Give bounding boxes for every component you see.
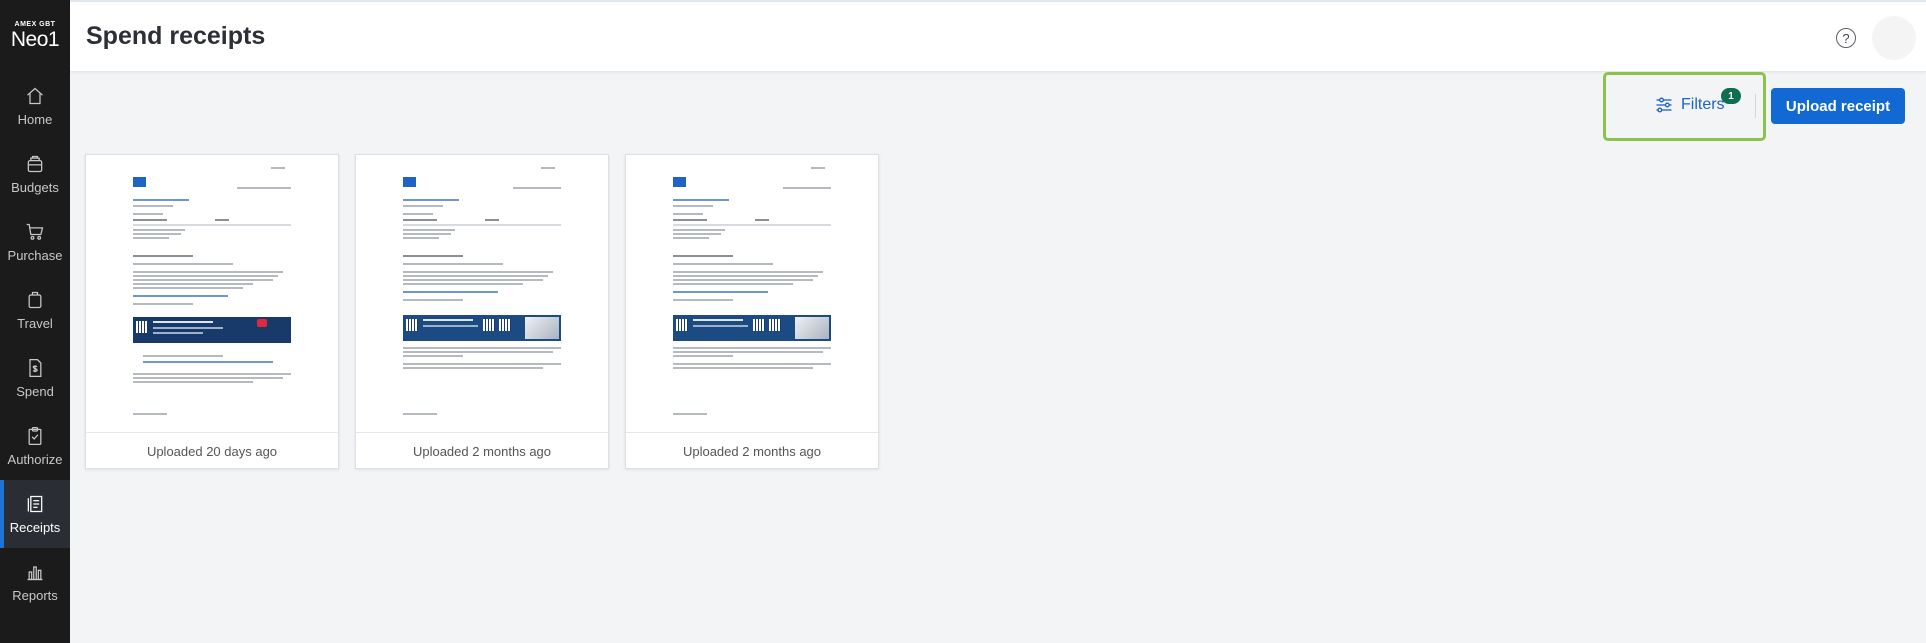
sidebar-item-budgets[interactable]: Budgets	[0, 140, 70, 208]
home-icon	[24, 85, 46, 107]
budgets-icon	[24, 153, 46, 175]
help-icon[interactable]: ?	[1836, 28, 1856, 48]
logo-big-text: Neo1	[10, 28, 60, 51]
sidebar-item-home[interactable]: Home	[0, 72, 70, 140]
page-header: Spend receipts ?	[70, 0, 1926, 72]
sidebar: AMEX GBT Neo1 Home Budgets Purchase Trav…	[0, 0, 70, 643]
receipt-upload-date: Uploaded 2 months ago	[682, 443, 822, 459]
receipt-thumbnail	[626, 155, 878, 433]
spend-icon	[24, 357, 46, 379]
app: AMEX GBT Neo1 Home Budgets Purchase Trav…	[0, 0, 1926, 643]
toolbar-divider	[1755, 94, 1756, 118]
avatar[interactable]	[1872, 16, 1916, 60]
filters-highlight: Filters 1	[1603, 72, 1766, 141]
upload-receipt-button[interactable]: Upload receipt	[1771, 88, 1905, 124]
sidebar-item-label: Travel	[17, 316, 53, 331]
sidebar-item-authorize[interactable]: Authorize	[0, 412, 70, 480]
clipboard-icon	[24, 425, 46, 447]
filter-count-badge: 1	[1721, 88, 1741, 104]
sidebar-item-label: Home	[17, 112, 53, 127]
sidebar-item-label: Spend	[16, 384, 54, 399]
sidebar-item-receipts[interactable]: Receipts	[0, 480, 70, 548]
app-logo[interactable]: AMEX GBT Neo1	[0, 0, 70, 72]
sliders-icon	[1656, 97, 1672, 113]
receipt-upload-date: Uploaded 2 months ago	[412, 443, 552, 459]
filters-button[interactable]: Filters	[1654, 95, 1725, 115]
luggage-icon	[24, 289, 46, 311]
sidebar-item-label: Authorize	[7, 452, 63, 467]
sidebar-item-label: Reports	[12, 588, 58, 603]
sidebar-item-spend[interactable]: Spend	[0, 344, 70, 412]
receipt-thumbnail	[86, 155, 338, 433]
sidebar-item-purchase[interactable]: Purchase	[0, 208, 70, 276]
cart-icon	[24, 221, 46, 243]
sidebar-item-reports[interactable]: Reports	[0, 548, 70, 616]
receipt-card[interactable]: Uploaded 2 months ago	[625, 154, 879, 469]
receipt-upload-date: Uploaded 20 days ago	[146, 443, 278, 459]
filters-label: Filters	[1681, 96, 1725, 113]
receipt-document-preview	[673, 165, 833, 425]
receipt-card[interactable]: Uploaded 20 days ago	[85, 154, 339, 469]
bar-chart-icon	[24, 561, 46, 583]
sidebar-item-label: Purchase	[7, 248, 63, 263]
receipts-icon	[24, 493, 46, 515]
receipt-card[interactable]: Uploaded 2 months ago	[355, 154, 609, 469]
sidebar-item-travel[interactable]: Travel	[0, 276, 70, 344]
receipt-thumbnail	[356, 155, 608, 433]
sidebar-item-label: Receipts	[9, 520, 61, 535]
receipt-document-preview	[133, 165, 293, 425]
page-title: Spend receipts	[86, 22, 266, 50]
receipt-document-preview	[403, 165, 563, 425]
sidebar-item-label: Budgets	[11, 180, 59, 195]
